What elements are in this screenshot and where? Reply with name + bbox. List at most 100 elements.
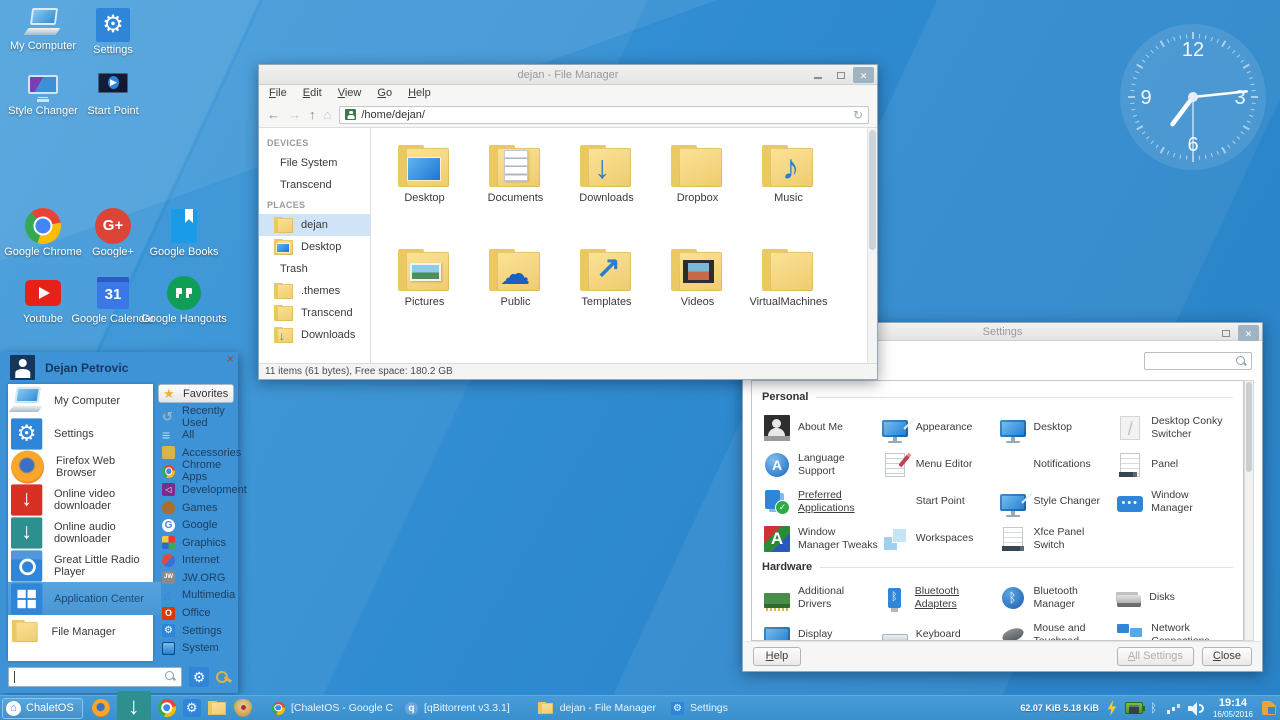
settings-item-style-changer[interactable]: Style Changer [998,483,1116,520]
start-menu-item-settings[interactable]: Settings [8,417,153,450]
start-menu-item-my-computer[interactable]: My Computer [8,384,153,417]
desktop-icon-google-calendar[interactable]: Google Calendar [78,275,148,342]
start-menu-category-games[interactable]: Games [158,499,234,517]
settings-item-window-manager-tweaks[interactable]: Window Manager Tweaks [762,520,880,557]
start-menu-close-icon[interactable]: ✕ [226,354,234,365]
settings-item-display[interactable]: Display [762,616,880,641]
settings-item-start-point[interactable]: Start Point [880,483,998,520]
settings-item-additional-drivers[interactable]: Additional Drivers [762,579,880,616]
desktop-icon-google[interactable]: Google+ [78,208,148,275]
folder-desktop[interactable]: Desktop [379,138,470,242]
network-signal-icon[interactable] [1167,702,1181,714]
start-menu-category-internet[interactable]: Internet [158,551,234,569]
sidebar-item-downloads[interactable]: Downloads [259,324,370,346]
close-settings-button[interactable]: Close [1202,647,1252,666]
folder-virtualmachines[interactable]: VirtualMachines [743,242,834,346]
settings-item-bluetooth-adapters[interactable]: Bluetooth Adapters [880,579,998,616]
power-icon[interactable] [1106,700,1118,716]
file-manager-titlebar[interactable]: dejan - File Manager [259,65,877,85]
start-menu-lock-icon[interactable] [216,669,232,685]
folder-videos[interactable]: Videos [652,242,743,346]
start-button[interactable]: ChaletOS [2,698,83,719]
help-button[interactable]: Help [753,647,801,666]
start-menu-category-google[interactable]: Google [158,516,234,534]
folder-dropbox[interactable]: Dropbox [652,138,743,242]
start-menu-category-settings[interactable]: Settings [158,622,234,640]
minimize-button[interactable] [807,67,828,83]
taskbar-task-qbittorrent-v3-3-1[interactable]: [qBittorrent v3.3.1] [399,696,532,720]
quick-launch-firefox[interactable] [92,699,110,717]
refresh-icon[interactable]: ↻ [853,108,863,122]
start-menu-item-online-audio-downloader[interactable]: Online audio downloader [8,516,153,549]
sidebar-item-dejan[interactable]: dejan [259,214,370,236]
start-menu-category-jw-org[interactable]: JW.ORG [158,569,234,587]
settings-item-preferred-applications[interactable]: Preferred Applications [762,483,880,520]
settings-item-xfce-panel-switch[interactable]: Xfce Panel Switch [998,520,1116,557]
address-bar[interactable]: /home/dejan/ ↻ [339,106,869,124]
sidebar-item-file-system[interactable]: File System [259,152,370,174]
settings-search-input[interactable] [1144,352,1252,370]
settings-item-appearance[interactable]: Appearance [880,409,998,446]
forward-icon[interactable]: → [288,108,301,121]
start-menu-item-firefox-web-browser[interactable]: Firefox Web Browser [8,450,153,483]
start-menu-item-file-manager[interactable]: File Manager [8,615,153,648]
tray-app-icon[interactable] [1262,701,1276,715]
close-button[interactable] [1238,325,1259,341]
settings-item-desktop[interactable]: Desktop [998,409,1116,446]
folder-music[interactable]: Music [743,138,834,242]
menu-go[interactable]: Go [377,87,392,102]
taskbar-clock[interactable]: 19:14 16/05/2016 [1213,698,1253,719]
quick-launch-chrome[interactable] [158,699,176,717]
settings-item-window-manager[interactable]: Window Manager [1115,483,1233,520]
up-icon[interactable]: ↑ [309,108,316,121]
start-menu-category-development[interactable]: Development [158,481,234,499]
quick-launch-download-teal[interactable] [117,691,151,720]
desktop-icon-google-hangouts[interactable]: Google Hangouts [148,275,220,342]
start-menu-category-favorites[interactable]: Favorites [158,384,234,403]
settings-item-keyboard[interactable]: Keyboard [880,616,998,641]
settings-item-bluetooth-manager[interactable]: Bluetooth Manager [998,579,1116,616]
desktop-icon-start-point[interactable]: Start Point [78,73,148,138]
folder-pictures[interactable]: Pictures [379,242,470,346]
start-menu-category-system[interactable]: System [158,639,234,657]
taskbar-task-chaletos-google-chrome[interactable]: [ChaletOS - Google Chrome] [266,696,399,720]
quick-launch-folder[interactable] [208,699,227,717]
bluetooth-icon[interactable] [1150,701,1160,715]
start-menu-item-application-center[interactable]: Application Center [8,582,161,615]
folder-templates[interactable]: Templates [561,242,652,346]
start-menu-item-online-video-downloader[interactable]: Online video downloader [8,483,153,516]
desktop-icon-my-computer[interactable]: My Computer [8,8,78,73]
maximize-button[interactable] [830,67,851,83]
all-settings-button[interactable]: All Settings [1117,647,1194,666]
settings-item-menu-editor[interactable]: Menu Editor [880,446,998,483]
settings-item-workspaces[interactable]: Workspaces [880,520,998,557]
start-menu-category-graphics[interactable]: Graphics [158,534,234,552]
menu-help[interactable]: Help [408,87,431,102]
file-manager-scrollbar[interactable] [867,128,877,363]
settings-scrollbar[interactable] [1244,380,1254,641]
desktop-icon-style-changer[interactable]: Style Changer [8,73,78,138]
settings-item-panel[interactable]: Panel [1115,446,1233,483]
taskbar-task-dejan-file-manager[interactable]: dejan - File Manager [532,696,665,720]
quick-launch-settings-gear[interactable] [183,699,201,717]
settings-item-mouse-and-touchpad[interactable]: Mouse and Touchpad [998,616,1116,641]
menu-edit[interactable]: Edit [303,87,322,102]
folder-public[interactable]: Public [470,242,561,346]
menu-view[interactable]: View [338,87,362,102]
start-menu-category-chrome-apps[interactable]: Chrome Apps [158,462,234,481]
settings-item-about-me[interactable]: About Me [762,409,880,446]
sidebar-item-desktop[interactable]: Desktop [259,236,370,258]
sidebar-item-trash[interactable]: Trash [259,258,370,280]
menu-file[interactable]: File [269,87,287,102]
start-menu-category-multimedia[interactable]: Multimedia [158,587,234,605]
back-icon[interactable]: ← [267,108,280,121]
desktop-icon-google-chrome[interactable]: Google Chrome [8,208,78,275]
home-icon[interactable]: ⌂ [324,108,332,121]
folder-documents[interactable]: Documents [470,138,561,242]
maximize-button[interactable] [1215,325,1236,341]
sidebar-item-transcend[interactable]: Transcend [259,302,370,324]
folder-downloads[interactable]: Downloads [561,138,652,242]
settings-item-network-connections[interactable]: Network Connections [1115,616,1233,641]
start-menu-category-all[interactable]: All [158,427,234,445]
settings-item-disks[interactable]: Disks [1115,579,1233,616]
